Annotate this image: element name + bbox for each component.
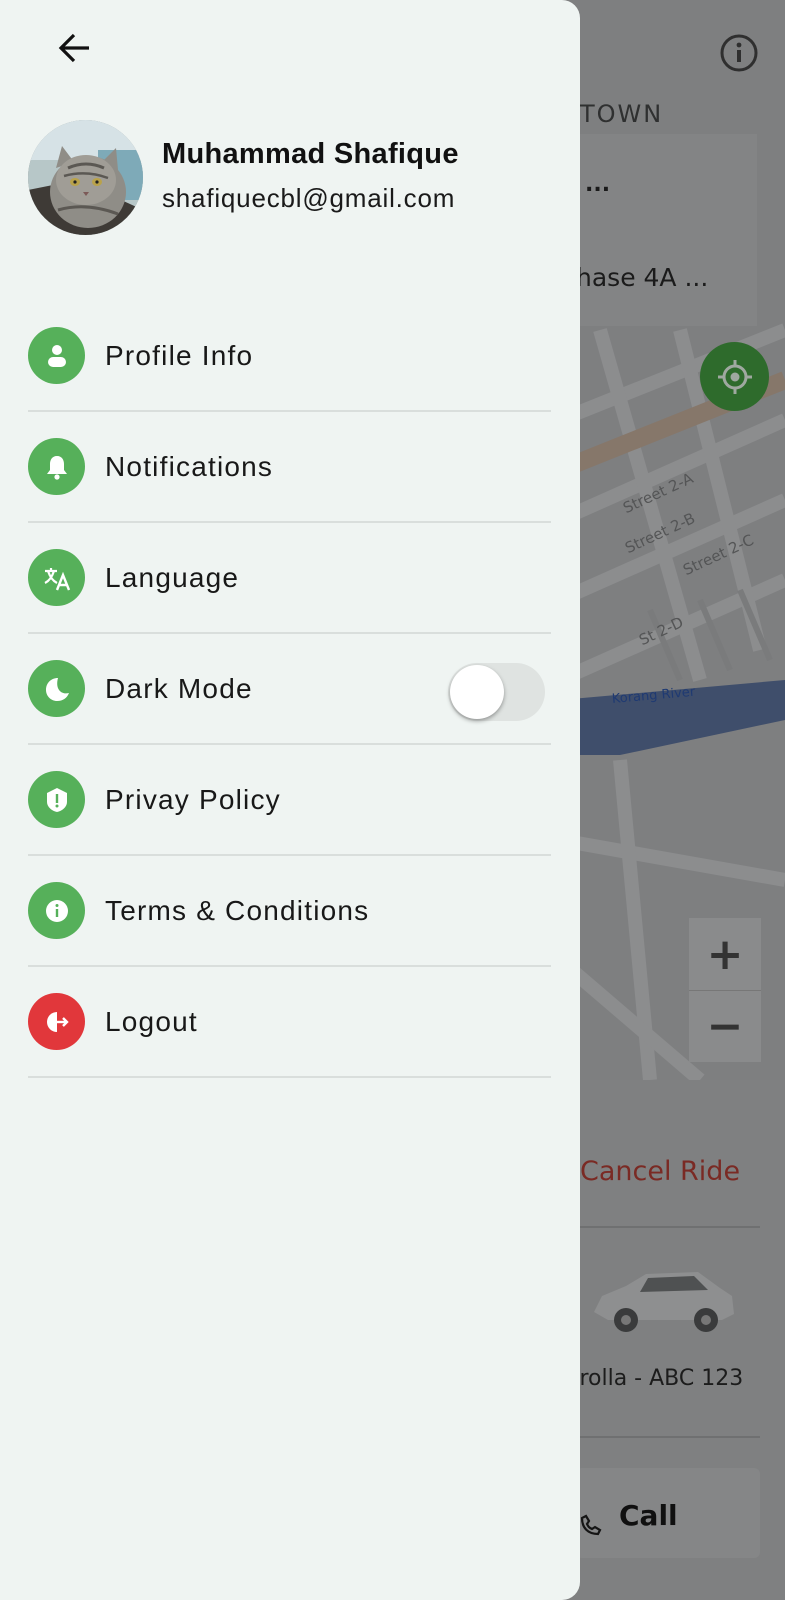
address-line: ... [585,172,611,197]
info-icon[interactable] [719,33,759,73]
menu-item-notifications[interactable]: Notifications [28,412,551,523]
menu-item-label: Language [105,561,240,593]
navigation-drawer: Muhammad Shafique shafiquecbl@gmail.com … [0,0,580,1600]
menu-item-profile-info[interactable]: Profile Info [28,301,551,412]
menu-item-terms[interactable]: Terms & Conditions [28,856,551,967]
menu-item-label: Profile Info [105,339,254,371]
car-plate-text: orolla - ABC 123 [566,1366,744,1391]
avatar[interactable] [28,120,143,235]
zoom-in-button[interactable]: + [689,918,761,990]
bell-icon [28,438,85,495]
drawer-menu: Profile Info Notifications Language Dark… [28,301,551,1078]
address-line: hase 4A ... [576,263,709,292]
divider [580,1436,760,1438]
arrow-back-icon [58,33,89,63]
menu-item-logout[interactable]: Logout [28,967,551,1078]
translate-icon [28,549,85,606]
menu-item-label: Terms & Conditions [105,894,370,926]
zoom-controls: + − [689,918,761,1062]
phone-icon [580,1514,602,1536]
cat-photo [28,120,143,235]
zoom-out-button[interactable]: − [689,990,761,1062]
address-town: TOWN [580,100,664,128]
user-name: Muhammad Shafique [162,138,459,170]
info-icon [28,882,85,939]
menu-item-dark-mode[interactable]: Dark Mode [28,634,551,745]
menu-item-privacy-policy[interactable]: Privay Policy [28,745,551,856]
menu-item-language[interactable]: Language [28,523,551,634]
menu-item-label: Dark Mode [105,672,253,704]
car-image [594,1272,734,1332]
toggle-knob [450,665,504,719]
shield-alert-icon [28,771,85,828]
menu-item-label: Logout [105,1005,198,1037]
address-card[interactable] [565,134,757,326]
dark-mode-toggle[interactable] [448,663,545,721]
call-button-label: Call [619,1499,678,1532]
moon-icon [28,660,85,717]
logout-icon [28,993,85,1050]
menu-item-label: Privay Policy [105,783,281,815]
cancel-ride-button[interactable]: Cancel Ride [580,1156,740,1187]
my-location-button[interactable] [700,342,769,411]
divider [580,1226,760,1228]
menu-item-label: Notifications [105,450,274,482]
user-email: shafiquecbl@gmail.com [162,183,456,213]
person-icon [28,327,85,384]
back-button[interactable] [52,26,96,70]
crosshair-icon [717,359,752,394]
